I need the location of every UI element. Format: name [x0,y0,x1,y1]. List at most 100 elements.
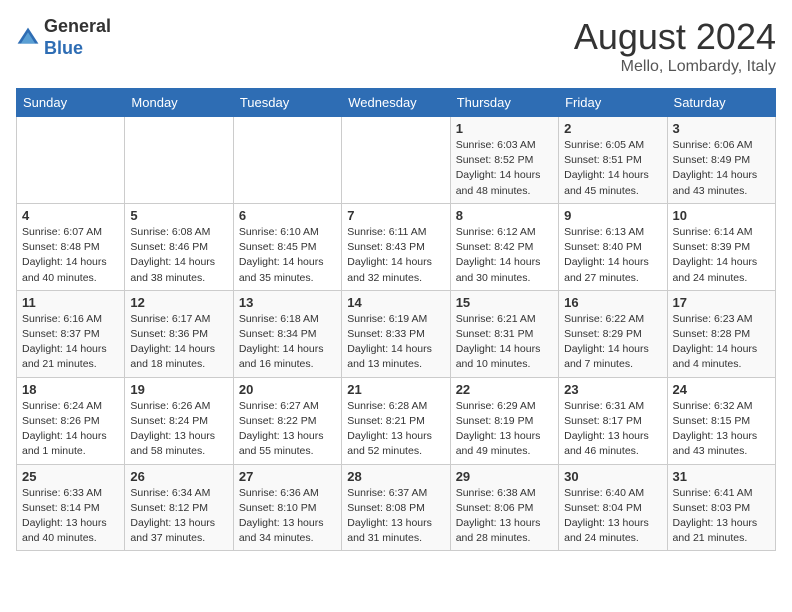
day-number: 21 [347,382,444,397]
day-number: 7 [347,208,444,223]
calendar-cell: 11 Sunrise: 6:16 AMSunset: 8:37 PMDayligh… [17,290,125,377]
day-number: 16 [564,295,661,310]
calendar-cell: 16 Sunrise: 6:22 AMSunset: 8:29 PMDayligh… [559,290,667,377]
calendar-header: SundayMondayTuesdayWednesdayThursdayFrid… [17,89,776,117]
day-info: Sunrise: 6:03 AMSunset: 8:52 PMDaylight:… [456,138,553,199]
day-number: 30 [564,469,661,484]
calendar-cell [125,117,233,204]
day-number: 10 [673,208,770,223]
day-number: 14 [347,295,444,310]
day-info: Sunrise: 6:29 AMSunset: 8:19 PMDaylight:… [456,399,553,460]
header-day: Saturday [667,89,775,117]
calendar-body: 1 Sunrise: 6:03 AMSunset: 8:52 PMDaylight… [17,117,776,551]
calendar-cell [342,117,450,204]
day-info: Sunrise: 6:19 AMSunset: 8:33 PMDaylight:… [347,312,444,373]
calendar-table: SundayMondayTuesdayWednesdayThursdayFrid… [16,88,776,551]
calendar-cell: 30 Sunrise: 6:40 AMSunset: 8:04 PMDayligh… [559,464,667,551]
header-day: Thursday [450,89,558,117]
calendar-cell: 4 Sunrise: 6:07 AMSunset: 8:48 PMDaylight… [17,203,125,290]
logo: General Blue [16,16,111,59]
day-number: 5 [130,208,227,223]
day-number: 28 [347,469,444,484]
title-section: August 2024 Mello, Lombardy, Italy [574,16,776,76]
calendar-subtitle: Mello, Lombardy, Italy [574,58,776,76]
calendar-cell: 28 Sunrise: 6:37 AMSunset: 8:08 PMDayligh… [342,464,450,551]
logo-blue-text: Blue [44,38,111,60]
day-info: Sunrise: 6:33 AMSunset: 8:14 PMDaylight:… [22,486,119,547]
calendar-cell: 6Sunrise: 6:10 AMSunset: 8:45 PMDaylight… [233,203,341,290]
day-info: Sunrise: 6:37 AMSunset: 8:08 PMDaylight:… [347,486,444,547]
calendar-week: 4 Sunrise: 6:07 AMSunset: 8:48 PMDaylight… [17,203,776,290]
day-number: 3 [673,121,770,136]
logo-icon [16,26,40,50]
day-number: 13 [239,295,336,310]
day-info: Sunrise: 6:11 AMSunset: 8:43 PMDaylight:… [347,225,444,286]
day-info: Sunrise: 6:31 AMSunset: 8:17 PMDaylight:… [564,399,661,460]
day-number: 27 [239,469,336,484]
calendar-cell: 29 Sunrise: 6:38 AMSunset: 8:06 PMDayligh… [450,464,558,551]
header-day: Monday [125,89,233,117]
calendar-cell: 25 Sunrise: 6:33 AMSunset: 8:14 PMDayligh… [17,464,125,551]
calendar-week: 1 Sunrise: 6:03 AMSunset: 8:52 PMDaylight… [17,117,776,204]
day-info: Sunrise: 6:38 AMSunset: 8:06 PMDaylight:… [456,486,553,547]
calendar-cell: 17 Sunrise: 6:23 AMSunset: 8:28 PMDayligh… [667,290,775,377]
day-number: 20 [239,382,336,397]
calendar-cell: 1 Sunrise: 6:03 AMSunset: 8:52 PMDaylight… [450,117,558,204]
day-number: 25 [22,469,119,484]
calendar-cell: 2Sunrise: 6:05 AMSunset: 8:51 PMDaylight… [559,117,667,204]
calendar-cell: 14 Sunrise: 6:19 AMSunset: 8:33 PMDayligh… [342,290,450,377]
calendar-cell: 19 Sunrise: 6:26 AMSunset: 8:24 PMDayligh… [125,377,233,464]
calendar-cell: 23Sunrise: 6:31 AMSunset: 8:17 PMDayligh… [559,377,667,464]
day-number: 31 [673,469,770,484]
calendar-cell: 31 Sunrise: 6:41 AMSunset: 8:03 PMDayligh… [667,464,775,551]
calendar-cell: 15 Sunrise: 6:21 AMSunset: 8:31 PMDayligh… [450,290,558,377]
day-info: Sunrise: 6:40 AMSunset: 8:04 PMDaylight:… [564,486,661,547]
day-info: Sunrise: 6:27 AMSunset: 8:22 PMDaylight:… [239,399,336,460]
logo-text: General Blue [44,16,111,59]
header-day: Wednesday [342,89,450,117]
day-number: 9 [564,208,661,223]
calendar-cell: 18Sunrise: 6:24 AMSunset: 8:26 PMDayligh… [17,377,125,464]
calendar-cell: 9Sunrise: 6:13 AMSunset: 8:40 PMDaylight… [559,203,667,290]
page-header: General Blue August 2024 Mello, Lombardy… [16,16,776,76]
day-number: 29 [456,469,553,484]
calendar-cell: 26Sunrise: 6:34 AMSunset: 8:12 PMDayligh… [125,464,233,551]
calendar-cell: 7 Sunrise: 6:11 AMSunset: 8:43 PMDaylight… [342,203,450,290]
day-info: Sunrise: 6:36 AMSunset: 8:10 PMDaylight:… [239,486,336,547]
day-info: Sunrise: 6:41 AMSunset: 8:03 PMDaylight:… [673,486,770,547]
header-row: SundayMondayTuesdayWednesdayThursdayFrid… [17,89,776,117]
day-number: 24 [673,382,770,397]
day-info: Sunrise: 6:17 AMSunset: 8:36 PMDaylight:… [130,312,227,373]
day-number: 15 [456,295,553,310]
header-day: Sunday [17,89,125,117]
day-number: 4 [22,208,119,223]
day-info: Sunrise: 6:32 AMSunset: 8:15 PMDaylight:… [673,399,770,460]
day-info: Sunrise: 6:16 AMSunset: 8:37 PMDaylight:… [22,312,119,373]
day-number: 18 [22,382,119,397]
calendar-cell [17,117,125,204]
day-info: Sunrise: 6:23 AMSunset: 8:28 PMDaylight:… [673,312,770,373]
calendar-week: 18Sunrise: 6:24 AMSunset: 8:26 PMDayligh… [17,377,776,464]
day-number: 1 [456,121,553,136]
day-number: 17 [673,295,770,310]
calendar-title: August 2024 [574,16,776,58]
day-number: 12 [130,295,227,310]
day-number: 19 [130,382,227,397]
day-number: 6 [239,208,336,223]
day-info: Sunrise: 6:26 AMSunset: 8:24 PMDaylight:… [130,399,227,460]
calendar-cell: 21Sunrise: 6:28 AMSunset: 8:21 PMDayligh… [342,377,450,464]
calendar-cell: 8Sunrise: 6:12 AMSunset: 8:42 PMDaylight… [450,203,558,290]
day-number: 2 [564,121,661,136]
day-info: Sunrise: 6:22 AMSunset: 8:29 PMDaylight:… [564,312,661,373]
calendar-cell: 13Sunrise: 6:18 AMSunset: 8:34 PMDayligh… [233,290,341,377]
calendar-cell [233,117,341,204]
day-number: 8 [456,208,553,223]
calendar-cell: 12 Sunrise: 6:17 AMSunset: 8:36 PMDayligh… [125,290,233,377]
day-number: 11 [22,295,119,310]
calendar-cell: 10 Sunrise: 6:14 AMSunset: 8:39 PMDayligh… [667,203,775,290]
day-info: Sunrise: 6:21 AMSunset: 8:31 PMDaylight:… [456,312,553,373]
day-info: Sunrise: 6:06 AMSunset: 8:49 PMDaylight:… [673,138,770,199]
day-info: Sunrise: 6:07 AMSunset: 8:48 PMDaylight:… [22,225,119,286]
day-info: Sunrise: 6:14 AMSunset: 8:39 PMDaylight:… [673,225,770,286]
calendar-cell: 20 Sunrise: 6:27 AMSunset: 8:22 PMDayligh… [233,377,341,464]
